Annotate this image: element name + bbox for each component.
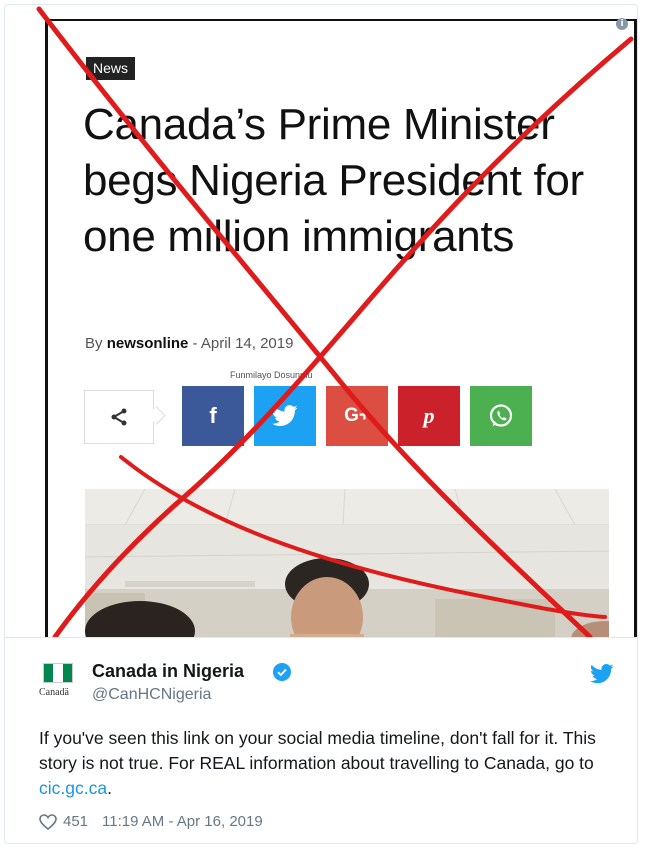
verified-icon (273, 663, 291, 681)
tweet: Canadä Canada in Nigeria @CanHCNigeria I… (5, 637, 637, 843)
twitter-bird-icon[interactable] (590, 664, 614, 684)
article-screenshot: i News Canada’s Prime Minister begs Nige… (5, 5, 637, 637)
nigeria-flag-icon (43, 663, 73, 683)
tweet-card: i News Canada’s Prime Minister begs Nige… (4, 4, 638, 844)
like-count[interactable]: 451 (63, 813, 88, 830)
tweet-text: If you've seen this link on your social … (39, 726, 619, 801)
tweet-meta: 451 11:19 AM - Apr 16, 2019 (39, 813, 263, 830)
avatar[interactable]: Canadä (39, 663, 77, 703)
tweet-link[interactable]: cic.gc.ca (39, 778, 107, 798)
account-handle[interactable]: @CanHCNigeria (92, 686, 211, 704)
canada-wordmark: Canadä (39, 687, 69, 698)
tweet-text-end: . (107, 778, 112, 798)
heart-icon[interactable] (39, 813, 57, 830)
red-x-overlay (36, 6, 634, 637)
account-name[interactable]: Canada in Nigeria (92, 661, 244, 682)
tweet-text-body: If you've seen this link on your social … (39, 728, 596, 773)
tweet-timestamp[interactable]: 11:19 AM - Apr 16, 2019 (102, 813, 263, 830)
